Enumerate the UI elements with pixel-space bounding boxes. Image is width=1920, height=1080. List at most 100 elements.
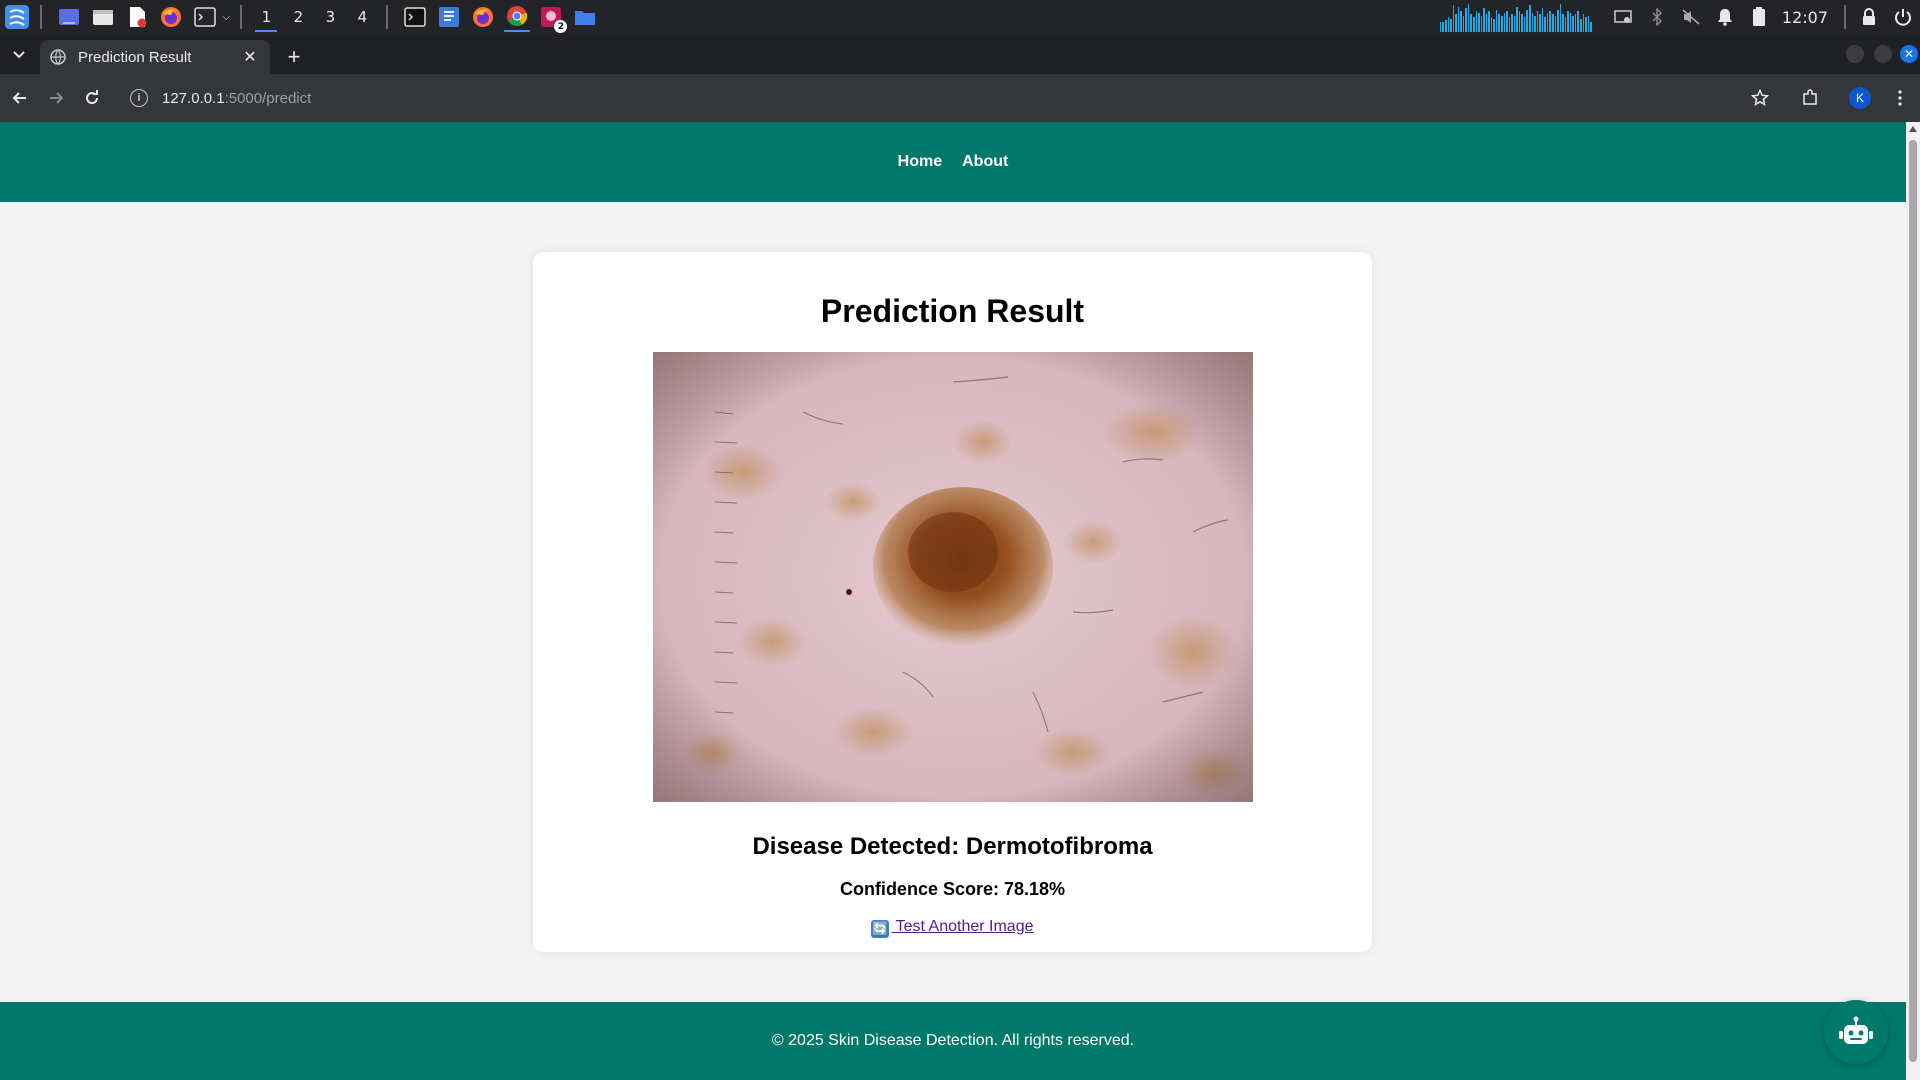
cpu-graph-bar bbox=[1462, 15, 1465, 32]
cpu-graph-bar bbox=[1480, 15, 1483, 32]
power-icon[interactable] bbox=[1893, 7, 1913, 27]
back-icon bbox=[12, 92, 26, 104]
browser-tabstrip: Prediction Result ✕ + ✕ bbox=[0, 34, 1920, 74]
back-button[interactable] bbox=[4, 82, 36, 114]
bookmark-button[interactable] bbox=[1744, 82, 1776, 114]
document-viewer-icon[interactable] bbox=[124, 4, 150, 30]
mute-icon[interactable] bbox=[1681, 7, 1701, 27]
desktop-icon[interactable] bbox=[56, 4, 82, 30]
cpu-graph-bar bbox=[1465, 8, 1467, 32]
chatbot-button[interactable] bbox=[1824, 1000, 1888, 1064]
cpu-graph-bar bbox=[1518, 11, 1521, 32]
cpu-graph-bar bbox=[1564, 17, 1567, 32]
cpu-graph-bar bbox=[1450, 18, 1452, 32]
address-bar[interactable]: i 127.0.0.1:5000/predict bbox=[120, 80, 1760, 116]
uploaded-skin-image bbox=[653, 352, 1253, 802]
text-editor-icon[interactable] bbox=[436, 4, 462, 30]
battery-icon bbox=[1749, 7, 1769, 27]
menu-icon bbox=[1898, 90, 1902, 106]
cpu-graph-bar bbox=[1577, 11, 1579, 32]
workspace-2[interactable]: 2 bbox=[284, 0, 312, 34]
workspace-4[interactable]: 4 bbox=[348, 0, 376, 34]
cpu-graph-bar bbox=[1513, 15, 1516, 32]
screen-icon[interactable] bbox=[1613, 7, 1633, 27]
file-manager-icon[interactable] bbox=[90, 4, 116, 30]
extensions-button[interactable] bbox=[1794, 82, 1826, 114]
image-viewer-icon[interactable]: 2 bbox=[538, 4, 568, 33]
notification-badge: 2 bbox=[554, 20, 568, 33]
scroll-up-arrow[interactable] bbox=[1909, 126, 1917, 132]
terminal-icon[interactable] bbox=[192, 4, 218, 30]
firefox-icon[interactable] bbox=[158, 4, 184, 30]
profile-button[interactable]: K bbox=[1844, 82, 1876, 114]
cpu-graph-bar bbox=[1585, 17, 1587, 32]
cpu-graph-bar bbox=[1475, 11, 1478, 32]
workspace-label: 4 bbox=[357, 8, 368, 26]
cpu-graph-bar bbox=[1567, 11, 1569, 32]
cpu-graph-bar bbox=[1439, 21, 1442, 32]
browser-tab-active[interactable]: Prediction Result ✕ bbox=[40, 40, 270, 74]
test-another-image-label: Test Another Image bbox=[895, 918, 1034, 935]
cpu-graph-bar bbox=[1587, 15, 1590, 32]
avatar: K bbox=[1849, 87, 1871, 109]
cpu-graph-bar bbox=[1539, 14, 1541, 32]
nav-link-about[interactable]: About bbox=[962, 153, 1008, 171]
chrome-icon[interactable] bbox=[504, 2, 531, 32]
cpu-graph-bar bbox=[1508, 17, 1511, 32]
cpu-graph-bar bbox=[1549, 11, 1551, 32]
close-tab-icon[interactable]: ✕ bbox=[240, 47, 260, 67]
cpu-graph-bar bbox=[1574, 14, 1577, 32]
cpu-graph-bar bbox=[1531, 12, 1534, 32]
test-another-image-link[interactable]: 🔄 Test Another Image bbox=[871, 918, 1034, 938]
tab-search-button[interactable] bbox=[6, 42, 32, 68]
forward-button[interactable] bbox=[40, 82, 72, 114]
bell-icon[interactable] bbox=[1715, 7, 1735, 27]
workspace-1[interactable]: 1 bbox=[252, 0, 280, 34]
maximize-window-button[interactable] bbox=[1874, 45, 1892, 63]
browser-menu-button[interactable] bbox=[1884, 82, 1916, 114]
cpu-graph-bar bbox=[1546, 12, 1549, 32]
cpu-graph-bar bbox=[1516, 6, 1518, 32]
cpu-graph-bar bbox=[1526, 9, 1529, 32]
cpu-graph-bar bbox=[1559, 3, 1562, 32]
workspace-label: 2 bbox=[293, 8, 304, 26]
cpu-graph-bar bbox=[1470, 14, 1472, 32]
cpu-graph-bar bbox=[1460, 11, 1462, 32]
os-taskbar: ⌵ 1 2 3 4 2 12:07 bbox=[0, 0, 1920, 34]
chevron-down-icon[interactable]: ⌵ bbox=[222, 10, 230, 24]
cpu-graph-bar bbox=[1457, 6, 1460, 32]
cpu-graph-bar bbox=[1551, 14, 1554, 32]
scrollbar-thumb[interactable] bbox=[1909, 140, 1917, 1062]
workspace-3[interactable]: 3 bbox=[316, 0, 344, 34]
nav-link-home[interactable]: Home bbox=[898, 153, 942, 171]
firefox-icon[interactable] bbox=[470, 4, 496, 30]
cpu-graph-bar bbox=[1569, 12, 1572, 32]
clock[interactable]: 12:07 bbox=[1782, 8, 1828, 27]
cpu-graph-bar bbox=[1554, 15, 1557, 32]
site-info-icon[interactable]: i bbox=[130, 89, 148, 107]
cpu-graph-bar bbox=[1478, 12, 1480, 32]
bluetooth-icon[interactable] bbox=[1647, 7, 1667, 27]
app-menu-icon[interactable] bbox=[4, 4, 30, 30]
cpu-graph-bar bbox=[1495, 9, 1498, 32]
close-window-button[interactable]: ✕ bbox=[1900, 45, 1918, 63]
terminal-icon[interactable] bbox=[402, 4, 428, 30]
cpu-graph-bar bbox=[1488, 11, 1490, 32]
cpu-graph-bar bbox=[1498, 14, 1501, 32]
folder-icon[interactable] bbox=[572, 4, 598, 30]
cpu-graph-bar bbox=[1501, 15, 1503, 32]
lock-icon[interactable] bbox=[1859, 7, 1879, 27]
taskbar-divider bbox=[40, 5, 42, 29]
cpu-graph-bar bbox=[1544, 17, 1546, 32]
browser-toolbar: i 127.0.0.1:5000/predict K bbox=[0, 74, 1920, 122]
taskbar-divider bbox=[240, 5, 243, 29]
cpu-graph-bar bbox=[1590, 21, 1592, 32]
extensions-icon bbox=[1803, 89, 1817, 105]
reload-button[interactable] bbox=[76, 82, 108, 114]
site-navbar: Home About bbox=[0, 122, 1906, 202]
globe-icon bbox=[50, 49, 66, 65]
disease-detected-text: Disease Detected: Dermotofibroma bbox=[752, 833, 1153, 860]
minimize-window-button[interactable] bbox=[1846, 45, 1864, 63]
new-tab-button[interactable]: + bbox=[280, 43, 308, 71]
page-scrollbar[interactable] bbox=[1906, 122, 1920, 1080]
